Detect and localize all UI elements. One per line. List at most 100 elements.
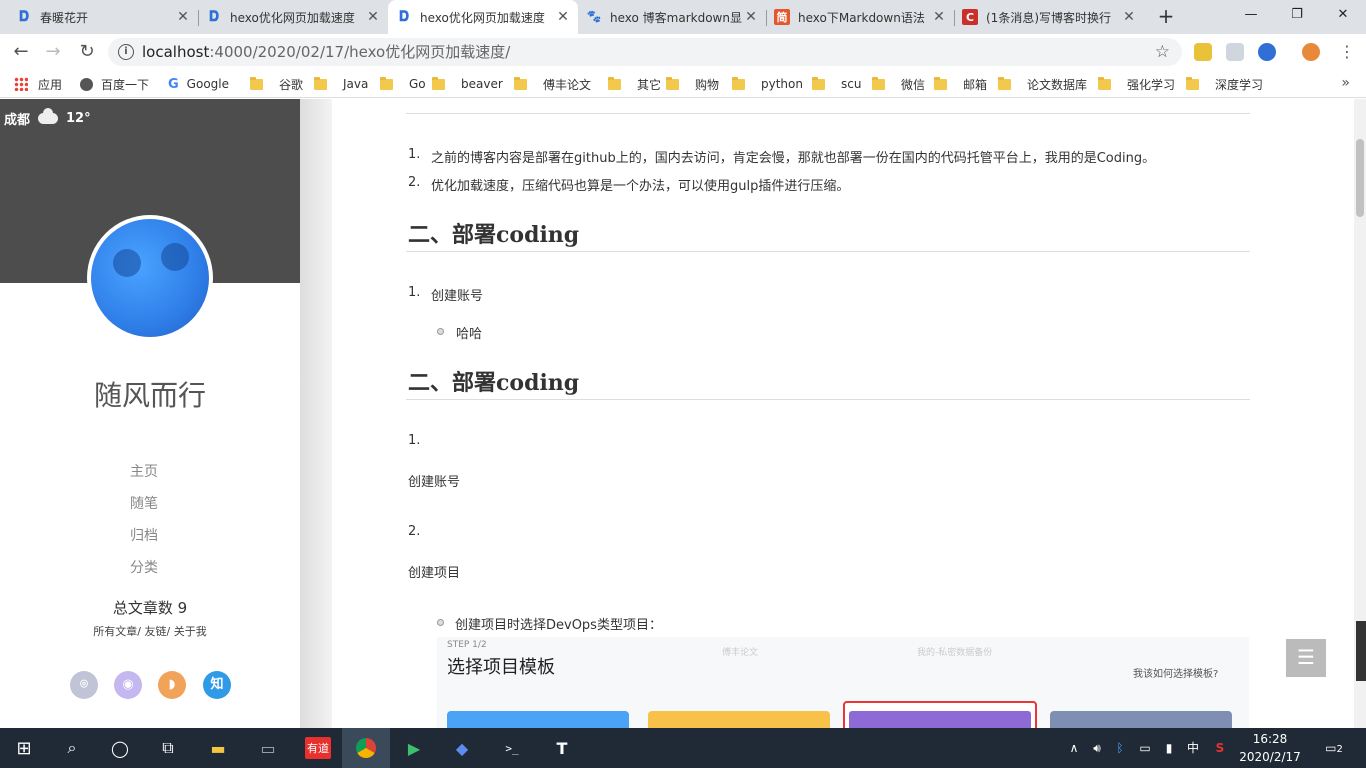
terminal-icon[interactable]: ▭ [244,728,292,768]
bookmark-label: 论文数据库 [1027,77,1088,92]
bookmark-label: 百度一下 [101,77,150,92]
close-window-button[interactable]: ✕ [1320,0,1366,32]
bookmark-google[interactable]: G Google [168,70,229,98]
close-tab-icon[interactable]: ✕ [744,9,758,25]
power-icon[interactable]: ▮ [1160,728,1178,768]
menu-kebab-icon[interactable]: ⋮ [1334,40,1360,64]
bookmark-folder-3[interactable]: Go [380,70,426,98]
nav-archive[interactable]: 归档 [0,525,288,545]
task-view-icon[interactable]: ⧉ [144,728,192,768]
notification-icon[interactable]: ▭2 [1322,728,1346,768]
close-tab-icon[interactable]: ✕ [366,9,380,25]
bookmark-label: Google [186,77,229,91]
back-button[interactable]: ← [8,40,34,64]
bookmark-folder-8[interactable]: python [732,70,803,98]
media-player-icon[interactable]: ▶ [390,728,438,768]
chrome-icon[interactable] [342,728,390,768]
bookmark-folder-4[interactable]: beaver [432,70,503,98]
site-info-icon[interactable]: i [118,44,134,60]
extension-cap-icon[interactable] [1258,43,1276,61]
tab-title: hexo优化网页加载速度 [420,10,545,25]
tab-1[interactable]: 𝐃 春暖花开 ✕ [8,0,198,34]
address-bar[interactable]: i localhost:4000/2020/02/17/hexo优化网页加载速度… [108,38,1182,66]
folder-icon [872,76,885,90]
bookmark-folder-6[interactable]: 其它 [608,70,661,98]
volume-icon[interactable]: 🔊︎ [1088,728,1106,768]
tab-2[interactable]: 𝐃 hexo优化网页加载速度 ✕ [198,0,388,34]
feishu-icon[interactable]: ◆ [438,728,486,768]
bookmark-folder-2[interactable]: Java [314,70,368,98]
extension-icon[interactable] [1194,43,1212,61]
list-number: 1. [408,147,421,162]
toc-menu-button[interactable]: ☰ [1286,639,1326,677]
bookmark-folder-13[interactable]: 强化学习 [1098,70,1175,98]
bookmark-folder-10[interactable]: 微信 [872,70,925,98]
bookmark-folder-11[interactable]: 邮箱 [934,70,987,98]
tab-5[interactable]: 简 hexo下Markdown语法 ✕ [766,0,954,34]
typora-icon[interactable]: T [538,728,586,768]
tab-strip: 𝐃 春暖花开 ✕ 𝐃 hexo优化网页加载速度 ✕ 𝐃 hexo优化网页加载速度… [0,0,1366,34]
bookmark-apps[interactable]: 应用 [14,70,62,98]
close-tab-icon[interactable]: ✕ [556,9,570,25]
minimize-button[interactable]: — [1228,0,1274,32]
bookmark-star-icon[interactable]: ☆ [1155,38,1170,66]
list-number: 1. [408,433,421,448]
bookmark-folder-14[interactable]: 深度学习 [1186,70,1263,98]
folder-icon [314,76,327,90]
nav-home[interactable]: 主页 [0,461,288,481]
sidebar-subnav[interactable]: 所有文章/ 友链/ 关于我 [0,623,300,639]
ime-indicator[interactable]: 中 [1184,728,1202,768]
start-icon[interactable]: ⊞ [0,728,48,768]
scrollbar-thumb[interactable] [1356,139,1364,217]
bookmark-baidu[interactable]: 百度一下 [80,70,149,98]
clock[interactable]: 16:28 2020/2/17 [1230,730,1310,766]
tab-3-active[interactable]: 𝐃 hexo优化网页加载速度 ✕ [388,0,578,34]
zhihu-icon[interactable]: 知 [203,671,231,699]
search-icon[interactable]: ⌕ [48,728,96,768]
tab-6[interactable]: C (1条消息)写博客时换行 ✕ [954,0,1144,34]
close-tab-icon[interactable]: ✕ [176,9,190,25]
bookmark-folder-7[interactable]: 购物 [666,70,719,98]
nav-essays[interactable]: 随笔 [0,493,288,513]
cortana-icon[interactable]: ◯ [96,728,144,768]
tray-overflow-icon[interactable]: ∧ [1066,728,1082,768]
network-icon[interactable]: ▭ [1136,728,1154,768]
nav-categories[interactable]: 分类 [0,557,288,577]
clock-time: 16:28 [1252,732,1288,746]
profile-avatar[interactable] [1302,43,1320,61]
embedded-title: 选择项目模板 [447,657,555,678]
bookmark-folder-9[interactable]: scu [812,70,861,98]
bookmark-folder-5[interactable]: 傅丰论文 [514,70,591,98]
youdao-icon[interactable]: 有道 [294,728,342,768]
doc-icon: 𝐃 [398,9,410,25]
weibo-icon[interactable]: ◉ [114,671,142,699]
restore-button[interactable]: ❐ [1274,0,1320,32]
new-tab-button[interactable]: + [1154,4,1178,28]
bookmark-folder-1[interactable]: 谷歌 [250,70,303,98]
bookmark-folder-12[interactable]: 论文数据库 [998,70,1087,98]
url-path: :4000/2020/02/17/hexo优化网页加载速度/ [209,43,511,61]
close-tab-icon[interactable]: ✕ [1122,9,1136,25]
template-card-selected [843,701,1037,728]
rss-icon[interactable]: ◗ [158,671,186,699]
sogou-icon[interactable]: S [1210,728,1230,768]
github-icon[interactable]: ⌾ [70,671,98,699]
bookmark-label: 应用 [38,77,63,92]
weather-city: 成都 [4,113,31,128]
folder-icon [812,76,825,90]
forward-button[interactable]: → [40,40,66,64]
file-explorer-icon[interactable]: ▬ [194,728,242,768]
tab-4[interactable]: 🐾︎ hexo 博客markdown显 ✕ [578,0,766,34]
folder-icon [432,76,445,90]
more-bookmarks-icon[interactable]: » [1341,75,1350,91]
close-tab-icon[interactable]: ✕ [932,9,946,25]
bluetooth-icon[interactable]: ᛒ [1112,728,1128,768]
blog-title[interactable]: 随风而行 [0,374,300,414]
reload-button[interactable]: ↻ [74,40,100,64]
bookmark-label: 其它 [637,77,662,92]
url-text[interactable]: localhost:4000/2020/02/17/hexo优化网页加载速度/ [142,38,510,66]
extension-bird-icon[interactable] [1226,43,1244,61]
console-icon[interactable]: >_ [488,728,536,768]
folder-icon [732,76,745,90]
avatar[interactable] [87,215,213,341]
